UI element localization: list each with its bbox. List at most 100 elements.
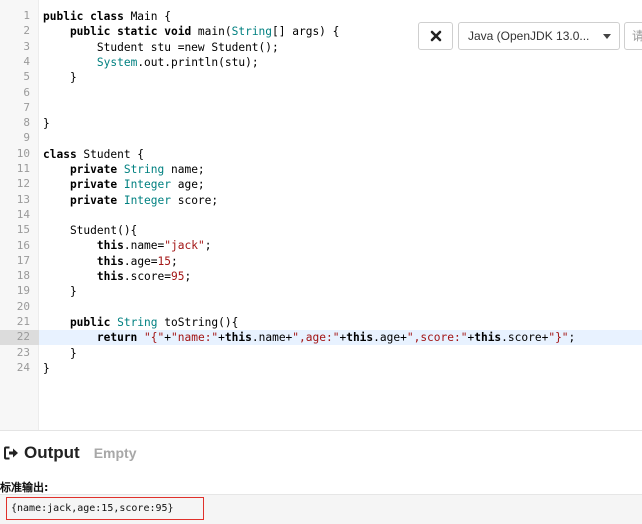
code-line[interactable] xyxy=(43,131,575,146)
code-token: "name:" xyxy=(171,331,219,345)
line-number: 11 xyxy=(16,162,30,175)
code-token: 95 xyxy=(171,270,185,284)
code-token: .score= xyxy=(123,270,171,284)
code-line[interactable] xyxy=(43,300,575,315)
output-status: Empty xyxy=(93,445,137,461)
code-line[interactable]: } xyxy=(43,346,575,361)
code-token: } xyxy=(43,117,50,131)
output-title: Output xyxy=(24,443,80,462)
stdin-input[interactable]: 请 xyxy=(624,22,642,50)
line-number: 8 xyxy=(23,116,30,130)
language-select[interactable]: Java (OpenJDK 13.0... xyxy=(458,22,620,50)
code-token: ",score:" xyxy=(406,331,468,345)
code-token: this xyxy=(96,270,124,284)
line-number: 16 xyxy=(16,238,30,252)
code-token: .age+ xyxy=(373,331,407,345)
code-token: 15 xyxy=(157,254,172,268)
code-token: class xyxy=(43,147,84,161)
code-token: this xyxy=(346,331,374,345)
code-line[interactable]: class Student { xyxy=(43,147,575,162)
line-number: 4 xyxy=(23,54,30,68)
code-token: } xyxy=(43,285,77,299)
code-line[interactable]: public String toString(){ xyxy=(43,315,575,330)
code-token: private xyxy=(43,162,124,176)
code-token: toString(){ xyxy=(157,315,239,329)
chevron-down-icon xyxy=(603,34,611,39)
code-line[interactable]: System.out.println(stu); xyxy=(43,55,575,70)
code-token: main( xyxy=(197,25,232,39)
code-token: .name= xyxy=(123,239,165,253)
code-token: ",age:" xyxy=(292,331,340,345)
code-line[interactable]: } xyxy=(43,70,575,85)
code-token: + xyxy=(218,331,225,345)
line-number: 9 xyxy=(23,131,30,145)
code-token: .age= xyxy=(123,254,158,268)
code-line[interactable]: } xyxy=(43,361,575,376)
code-editor[interactable]: 1 2 3 4 5 6 7 8 9 10 11 12 13 14 15 16 17 18 19 20 21 22 23 24 … xyxy=(0,0,642,430)
stdout-value: {name:jack,age:15,score:95} xyxy=(6,497,204,520)
code-token: name; xyxy=(164,162,205,176)
line-number: 13 xyxy=(16,192,30,206)
code-token: String xyxy=(123,162,165,176)
line-number: 18 xyxy=(16,269,30,283)
code-line[interactable]: this.name="jack"; xyxy=(43,238,575,253)
code-line[interactable]: private Integer age; xyxy=(43,177,575,192)
code-token: ; xyxy=(568,331,576,345)
code-token: Integer xyxy=(123,178,171,192)
code-token: public static void xyxy=(43,25,198,39)
line-number: 19 xyxy=(16,284,30,298)
code-token: this xyxy=(224,331,252,345)
line-number: 21 xyxy=(16,315,30,328)
line-number: 1 xyxy=(23,9,30,22)
code-token: public xyxy=(43,315,118,329)
clear-button[interactable] xyxy=(418,22,453,50)
code-line[interactable]: } xyxy=(43,116,575,131)
line-number: 5 xyxy=(23,70,30,84)
line-number: 20 xyxy=(16,299,30,313)
line-number: 22 xyxy=(16,330,30,344)
language-select-value: Java (OpenJDK 13.0... xyxy=(468,29,590,43)
code-token: } xyxy=(43,71,77,85)
line-number: 7 xyxy=(23,100,30,114)
code-token: Student { xyxy=(83,147,145,161)
code-line[interactable]: return "{"+"name:"+this.name+",age:"+thi… xyxy=(43,330,575,345)
code-line[interactable] xyxy=(43,208,575,223)
code-token: ; xyxy=(204,239,212,253)
output-header: Output Empty xyxy=(4,443,137,463)
code-token: Integer xyxy=(123,193,171,207)
code-token: score; xyxy=(170,193,219,207)
code-token: ; xyxy=(184,270,192,284)
line-number: 17 xyxy=(16,253,30,267)
line-number: 15 xyxy=(16,223,30,237)
code-line[interactable]: private String name; xyxy=(43,162,575,177)
code-token: "}" xyxy=(548,331,569,345)
code-token: .name+ xyxy=(251,331,293,345)
code-line[interactable] xyxy=(43,85,575,100)
code-token: .score+ xyxy=(501,331,549,345)
code-token: String xyxy=(231,25,273,39)
code-token: Main { xyxy=(130,10,171,23)
code-token: this xyxy=(96,254,124,268)
code-line[interactable] xyxy=(43,101,575,116)
code-line[interactable]: this.age=15; xyxy=(43,254,575,269)
code-token: + xyxy=(164,331,172,345)
sign-out-icon xyxy=(4,446,18,460)
code-token: "jack" xyxy=(164,239,205,253)
code-token: return xyxy=(43,331,145,345)
code-token: private xyxy=(43,178,124,192)
code-text[interactable]: public class Main { public static void m… xyxy=(43,9,575,376)
code-token: .out.println(stu); xyxy=(137,55,259,69)
code-line[interactable]: private Integer score; xyxy=(43,193,575,208)
line-number: 23 xyxy=(16,345,30,359)
code-line[interactable]: this.score=95; xyxy=(43,269,575,284)
code-line[interactable]: } xyxy=(43,284,575,299)
code-token: Student(){ xyxy=(43,224,138,238)
code-token: System xyxy=(96,55,138,69)
code-token: } xyxy=(43,361,50,375)
code-line[interactable]: Student(){ xyxy=(43,223,575,238)
code-token: ; xyxy=(171,254,178,268)
code-token: String xyxy=(117,315,158,329)
